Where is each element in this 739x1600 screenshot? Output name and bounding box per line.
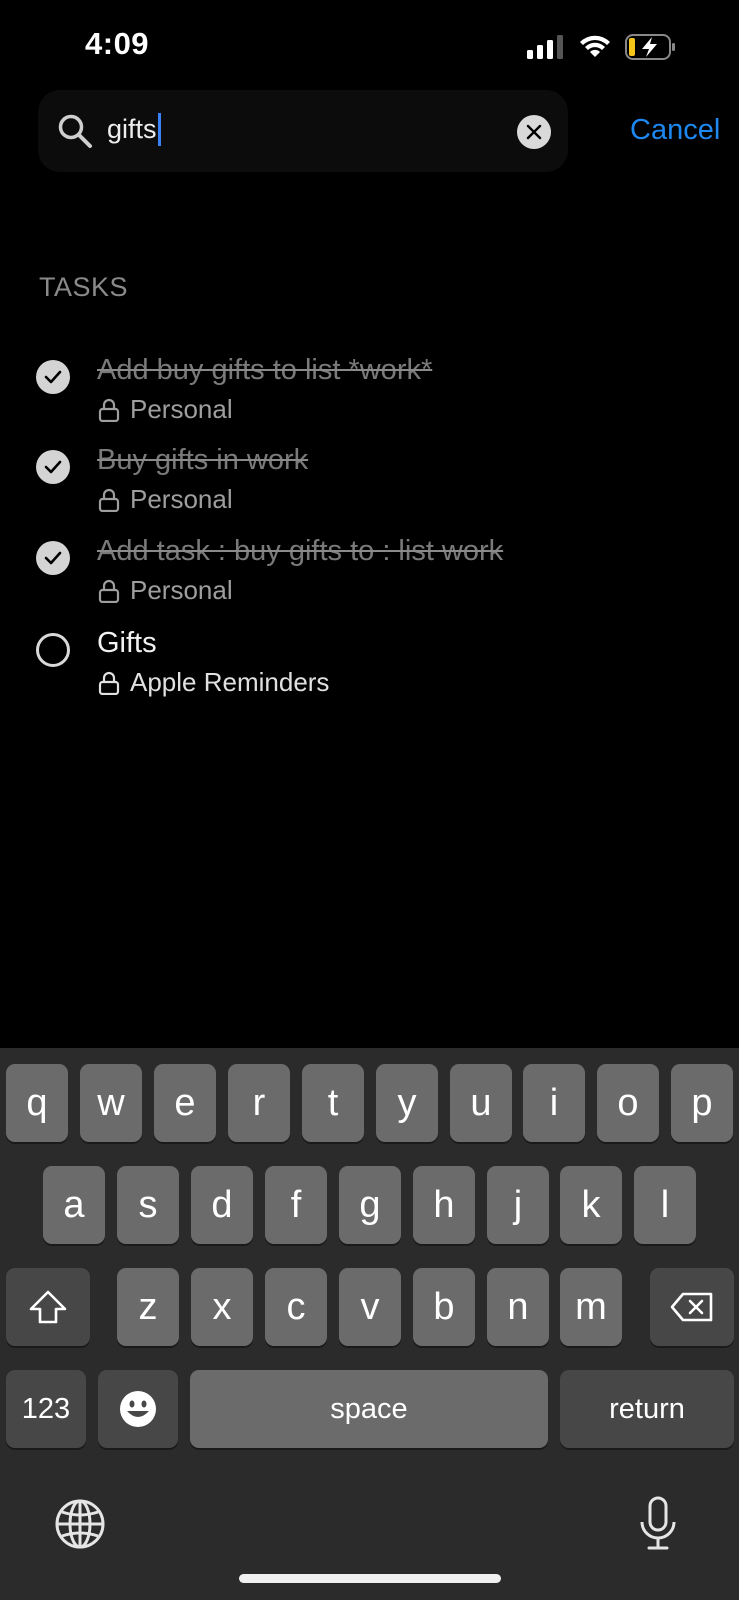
completed-checkbox[interactable]: [36, 541, 70, 575]
task-list-name: Apple Reminders: [130, 667, 330, 697]
task-row[interactable]: Add buy gifts to list *work* Personal: [36, 354, 716, 450]
status-icons: [527, 34, 677, 60]
task-title: Gifts: [97, 627, 157, 659]
completed-checkbox[interactable]: [36, 450, 70, 484]
key-b[interactable]: b: [413, 1268, 475, 1346]
key-o[interactable]: o: [597, 1064, 659, 1142]
search-query: gifts: [107, 114, 157, 144]
key-r[interactable]: r: [228, 1064, 290, 1142]
key-k[interactable]: k: [560, 1166, 622, 1244]
key-s[interactable]: s: [117, 1166, 179, 1244]
key-t[interactable]: t: [302, 1064, 364, 1142]
lock-icon: [98, 671, 120, 695]
task-list: Apple Reminders: [98, 667, 329, 698]
shift-icon: [29, 1290, 67, 1324]
text-caret: [157, 113, 161, 146]
lock-icon: [98, 398, 120, 422]
return-key[interactable]: return: [560, 1370, 734, 1448]
keyboard: q w e r t y u i o p a s d f g h j k l z …: [0, 1048, 739, 1600]
task-list-name: Personal: [130, 394, 233, 424]
key-y[interactable]: y: [376, 1064, 438, 1142]
checkmark-icon: [44, 551, 62, 565]
key-p[interactable]: p: [671, 1064, 733, 1142]
key-n[interactable]: n: [487, 1268, 549, 1346]
wifi-icon: [580, 35, 610, 57]
backspace-icon: [670, 1292, 713, 1322]
key-u[interactable]: u: [450, 1064, 512, 1142]
signal-icon: [527, 35, 563, 59]
key-v[interactable]: v: [339, 1268, 401, 1346]
backspace-key[interactable]: [650, 1268, 734, 1346]
cancel-button[interactable]: Cancel: [630, 114, 720, 147]
task-title: Add task : buy gifts to : list work: [97, 535, 504, 567]
key-i[interactable]: i: [523, 1064, 585, 1142]
key-l[interactable]: l: [634, 1166, 696, 1244]
clear-search-button[interactable]: [517, 115, 551, 149]
battery-charging-icon: [625, 34, 675, 60]
shift-key[interactable]: [6, 1268, 90, 1346]
key-f[interactable]: f: [265, 1166, 327, 1244]
emoji-icon: [120, 1391, 156, 1427]
key-z[interactable]: z: [117, 1268, 179, 1346]
search-input[interactable]: gifts: [107, 113, 161, 146]
key-a[interactable]: a: [43, 1166, 105, 1244]
task-list: Personal: [98, 394, 233, 425]
task-list-name: Personal: [130, 484, 233, 514]
task-list-name: Personal: [130, 575, 233, 605]
lock-icon: [98, 488, 120, 512]
checkmark-icon: [44, 460, 62, 474]
home-indicator[interactable]: [239, 1574, 501, 1583]
status-time: 4:09: [85, 26, 150, 61]
completed-checkbox[interactable]: [36, 360, 70, 394]
emoji-key[interactable]: [98, 1370, 178, 1448]
key-d[interactable]: d: [191, 1166, 253, 1244]
key-c[interactable]: c: [265, 1268, 327, 1346]
task-row[interactable]: Buy gifts in work Personal: [36, 444, 716, 540]
incomplete-checkbox[interactable]: [36, 633, 70, 667]
task-row[interactable]: Add task : buy gifts to : list work Pers…: [36, 535, 716, 631]
key-h[interactable]: h: [413, 1166, 475, 1244]
key-w[interactable]: w: [80, 1064, 142, 1142]
task-list: Personal: [98, 575, 233, 606]
key-e[interactable]: e: [154, 1064, 216, 1142]
key-q[interactable]: q: [6, 1064, 68, 1142]
task-title: Buy gifts in work: [97, 444, 309, 476]
space-key[interactable]: space: [190, 1370, 548, 1448]
key-g[interactable]: g: [339, 1166, 401, 1244]
numbers-key[interactable]: 123: [6, 1370, 86, 1448]
task-title: Add buy gifts to list *work*: [97, 354, 433, 386]
task-row[interactable]: Gifts Apple Reminders: [36, 627, 716, 723]
key-j[interactable]: j: [487, 1166, 549, 1244]
task-list: Personal: [98, 484, 233, 515]
globe-icon[interactable]: [54, 1498, 106, 1550]
checkmark-icon: [44, 370, 62, 384]
microphone-icon[interactable]: [638, 1496, 678, 1552]
key-m[interactable]: m: [560, 1268, 622, 1346]
close-icon: [526, 124, 542, 140]
search-icon: [58, 114, 92, 148]
lock-icon: [98, 579, 120, 603]
section-title-tasks: TASKS: [39, 272, 129, 302]
key-x[interactable]: x: [191, 1268, 253, 1346]
